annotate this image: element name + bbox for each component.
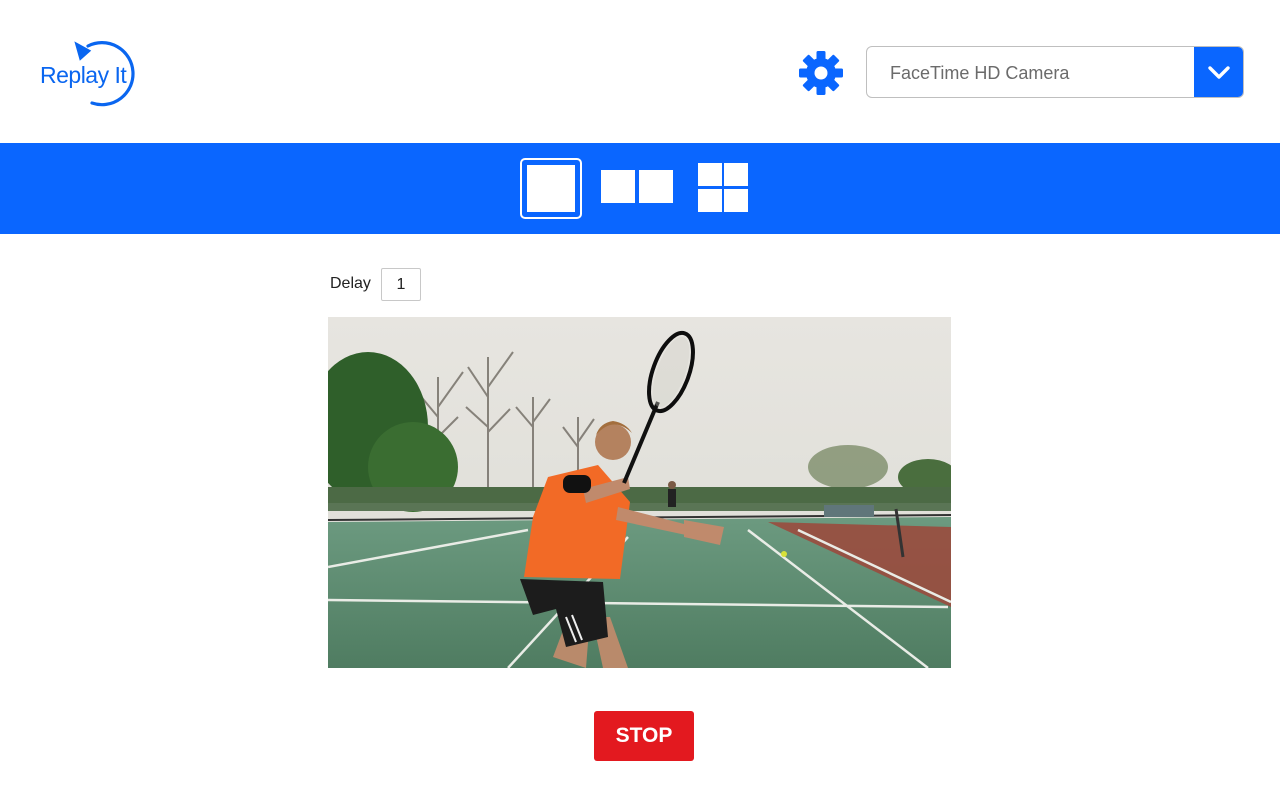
settings-button[interactable] xyxy=(798,50,844,96)
camera-select[interactable]: FaceTime HD Camera xyxy=(866,46,1244,98)
quad-view-icon-bl xyxy=(698,189,722,212)
quad-view-icon-tl xyxy=(698,163,722,186)
gear-icon xyxy=(799,51,843,95)
delay-input[interactable] xyxy=(381,268,421,301)
quad-view-icon-tr xyxy=(724,163,748,186)
camera-select-value: FaceTime HD Camera xyxy=(890,63,1070,83)
chevron-down-icon xyxy=(1207,66,1230,79)
camera-preview xyxy=(328,317,951,668)
delay-label: Delay xyxy=(330,275,371,292)
split-view-icon-left xyxy=(601,170,635,203)
logo-text: Replay It xyxy=(40,62,127,88)
camera-dropdown-toggle[interactable] xyxy=(1194,47,1243,97)
single-view-button[interactable] xyxy=(520,158,582,219)
stop-button[interactable]: STOP xyxy=(594,711,694,761)
camera-feed-image xyxy=(328,317,951,668)
single-view-icon xyxy=(527,165,575,212)
layout-toolbar xyxy=(0,143,1280,234)
quad-view-icon-br xyxy=(724,189,748,212)
header: Replay It FaceTime HD Camera xyxy=(0,0,1280,143)
app-logo: Replay It xyxy=(38,38,148,110)
split-view-button[interactable] xyxy=(601,170,673,205)
split-view-icon-right xyxy=(639,170,673,203)
quad-view-button[interactable] xyxy=(698,163,750,215)
